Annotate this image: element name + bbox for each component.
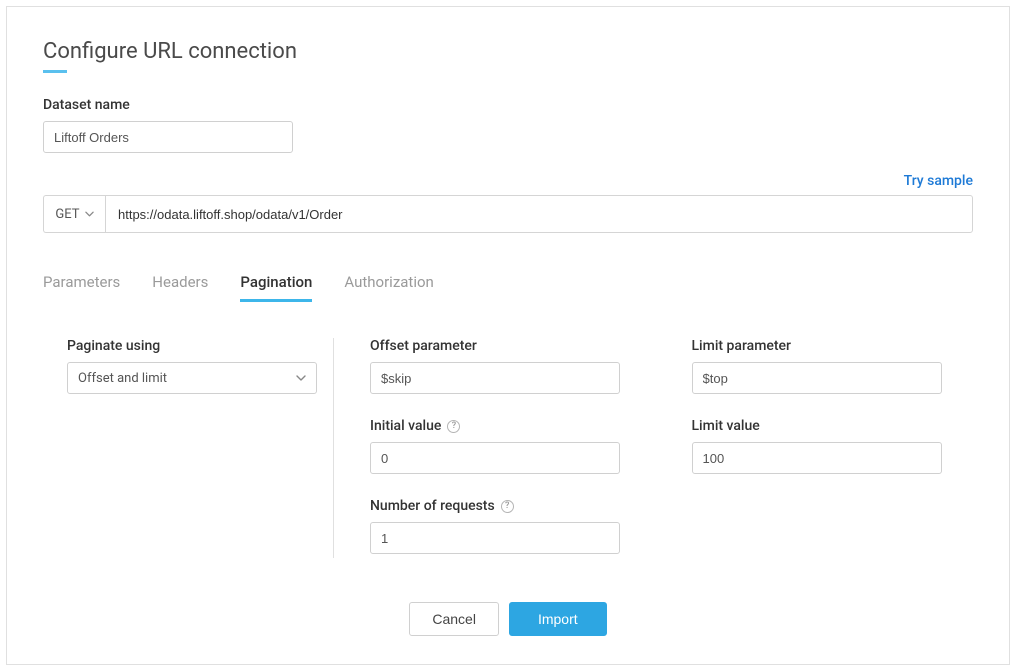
offset-param-input[interactable] xyxy=(370,362,620,394)
import-button[interactable]: Import xyxy=(509,602,607,636)
dataset-name-input[interactable] xyxy=(43,121,293,153)
num-requests-label-text: Number of requests xyxy=(370,498,495,514)
limit-value-input[interactable] xyxy=(692,442,942,474)
offset-param-label: Offset parameter xyxy=(370,338,652,354)
pagination-right-grid: Offset parameter Limit parameter Initial… xyxy=(334,338,973,558)
initial-value-label: Initial value ? xyxy=(370,418,652,434)
help-icon[interactable]: ? xyxy=(501,500,514,513)
initial-value-label-text: Initial value xyxy=(370,418,441,434)
num-requests-label: Number of requests ? xyxy=(370,498,652,514)
pagination-left-col: Paginate using Offset and limit xyxy=(43,338,333,558)
help-icon[interactable]: ? xyxy=(447,420,460,433)
tab-headers[interactable]: Headers xyxy=(152,273,208,302)
cancel-button[interactable]: Cancel xyxy=(409,602,499,636)
tab-pagination[interactable]: Pagination xyxy=(240,273,312,302)
try-sample-row: Try sample xyxy=(43,173,973,189)
limit-value-label: Limit value xyxy=(692,418,974,434)
dataset-name-label: Dataset name xyxy=(43,97,973,113)
try-sample-link[interactable]: Try sample xyxy=(904,173,973,189)
http-method-value: GET xyxy=(55,207,79,222)
limit-param-input[interactable] xyxy=(692,362,942,394)
tab-authorization[interactable]: Authorization xyxy=(344,273,433,302)
paginate-using-label: Paginate using xyxy=(67,338,305,354)
paginate-using-value: Offset and limit xyxy=(78,371,167,386)
page-title: Configure URL connection xyxy=(43,39,973,64)
limit-param-field: Limit parameter xyxy=(692,338,974,394)
title-underline xyxy=(43,70,67,73)
offset-param-field: Offset parameter xyxy=(370,338,652,394)
limit-value-field: Limit value xyxy=(692,418,974,474)
paginate-using-select[interactable]: Offset and limit xyxy=(67,362,317,394)
http-method-select[interactable]: GET xyxy=(43,195,105,233)
button-row: Cancel Import xyxy=(7,602,1009,636)
dataset-name-field: Dataset name xyxy=(43,97,973,153)
url-input[interactable] xyxy=(105,195,973,233)
pagination-body: Paginate using Offset and limit Offset p… xyxy=(43,338,973,558)
initial-value-field: Initial value ? xyxy=(370,418,652,474)
limit-param-label: Limit parameter xyxy=(692,338,974,354)
initial-value-input[interactable] xyxy=(370,442,620,474)
configure-url-panel: Configure URL connection Dataset name Tr… xyxy=(6,6,1010,665)
num-requests-input[interactable] xyxy=(370,522,620,554)
tabs: Parameters Headers Pagination Authorizat… xyxy=(43,273,973,302)
chevron-down-icon xyxy=(85,211,94,217)
num-requests-field: Number of requests ? xyxy=(370,498,652,554)
url-row: GET xyxy=(43,195,973,233)
tab-parameters[interactable]: Parameters xyxy=(43,273,120,302)
chevron-down-icon xyxy=(296,375,306,381)
